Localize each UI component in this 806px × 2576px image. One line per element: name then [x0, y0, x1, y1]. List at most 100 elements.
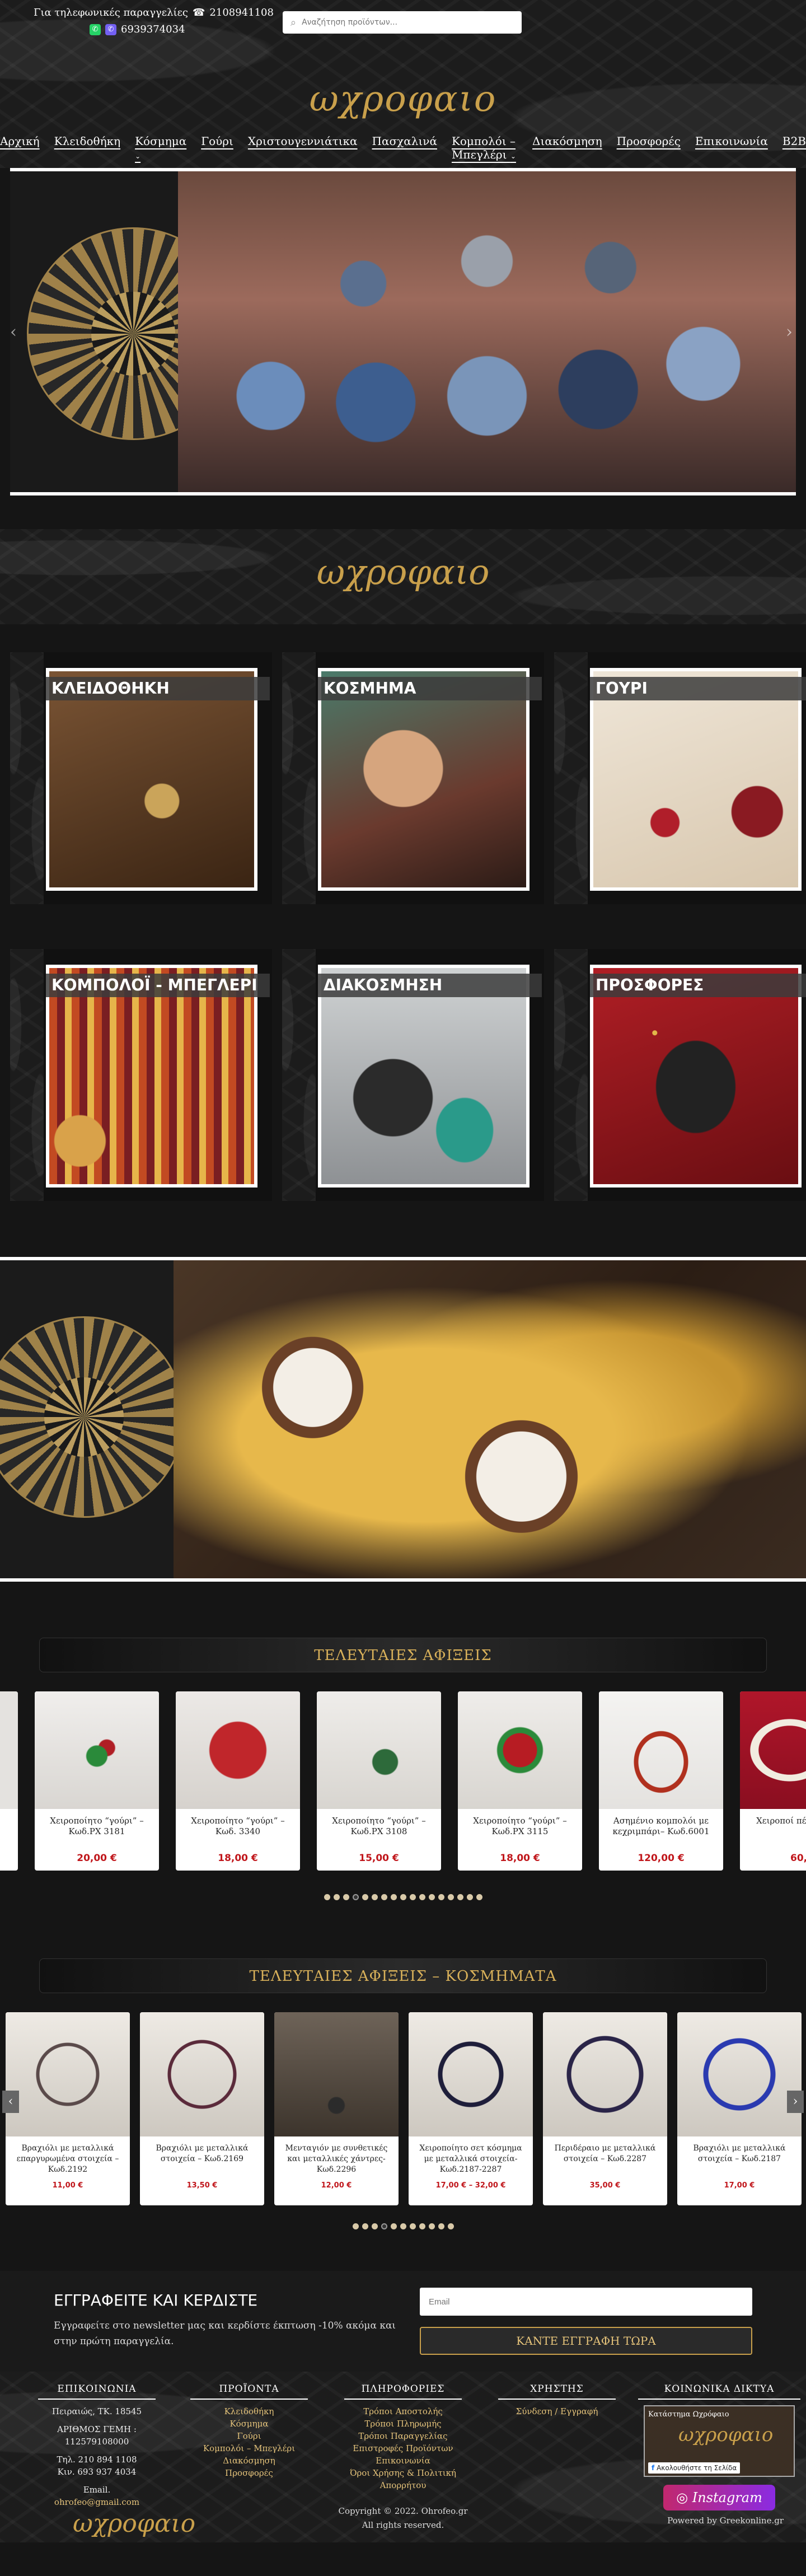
pagination-dot[interactable]	[362, 2223, 368, 2229]
pagination-dot[interactable]	[343, 1894, 349, 1900]
pagination-dot[interactable]	[428, 2223, 435, 2229]
nav-charm[interactable]: Γούρι	[201, 134, 233, 161]
category-decoration[interactable]: ΔΙΑΚΟΣΜΗΣΗ	[282, 949, 544, 1201]
pagination-dot[interactable]	[419, 2223, 425, 2229]
pagination-dot[interactable]	[419, 1894, 425, 1900]
search-input[interactable]	[302, 18, 522, 27]
category-komboloi[interactable]: ΚΟΜΠΟΛΟΪ - ΜΠΕΓΛΕΡΙ	[10, 949, 272, 1201]
footer-tel[interactable]: Τηλ. 210 894 1108	[38, 2453, 156, 2466]
nav-decoration[interactable]: Διακόσμηση	[532, 134, 602, 161]
search-icon[interactable]: ⌕	[290, 17, 296, 29]
newsletter-email-input[interactable]	[420, 2288, 752, 2316]
category-keyholder[interactable]: ΚΛΕΙΔΟΘΗΚΗ	[10, 652, 272, 904]
product-card-partial[interactable]: Χειροποί πέτρες ορυκ 60,0	[740, 1691, 806, 1871]
product-card[interactable]: Χειροποίητο “γούρι” – Κωδ.ΡΧ 3115 18,00 …	[458, 1691, 582, 1871]
pagination-dot[interactable]	[409, 1894, 416, 1900]
category-charm[interactable]: ΓΟΥΡΙ	[554, 652, 806, 904]
category-image	[318, 668, 529, 891]
footer-link[interactable]: Κλειδοθήκη	[190, 2405, 308, 2418]
pagination-dot[interactable]	[371, 1894, 378, 1900]
footer-mobile[interactable]: Κιν. 693 937 4034	[38, 2466, 156, 2478]
footer-link[interactable]: Επιστροφές Προϊόντων	[344, 2442, 462, 2455]
instagram-label: Instagram	[692, 2490, 762, 2505]
pagination-dot[interactable]	[381, 1894, 387, 1900]
pagination-dot[interactable]	[400, 1894, 406, 1900]
product-card[interactable]: Βραχιόλι με μεταλλικά στοιχεία – Κωδ.218…	[677, 2012, 802, 2205]
pagination-dot[interactable]	[447, 2223, 454, 2229]
phone-number[interactable]: 2108941108	[209, 4, 274, 21]
site-logo[interactable]: ωχροφαιο	[0, 78, 806, 120]
nav-christmas[interactable]: Χριστουγεννιάτικα	[248, 134, 358, 161]
pagination-dot[interactable]	[400, 2223, 406, 2229]
chevron-right-icon[interactable]: ›	[787, 2091, 804, 2113]
product-title: Χειροποίητο “γούρι” – Κωδ.ΡΧ 3115	[473, 1816, 567, 1836]
footer-logo[interactable]: ωχροφαιο	[73, 2509, 195, 2538]
footer-link[interactable]: Διακόσμηση	[190, 2455, 308, 2467]
hero-slider[interactable]: ‹ ›	[10, 168, 796, 495]
category-offers[interactable]: ΠΡΟΣΦΟΡΕΣ	[554, 949, 806, 1201]
facebook-widget[interactable]: Κατάστημα Ωχρόφαιο ωχροφαιο f Ακολουθήστ…	[644, 2405, 795, 2477]
pagination-dot[interactable]	[438, 2223, 444, 2229]
powered-by[interactable]: Powered by Greekonline.gr	[667, 2516, 784, 2526]
product-card[interactable]: Βραχιόλι με μεταλλικά στοιχεία – Κωδ.216…	[140, 2012, 264, 2205]
product-card[interactable]: Βραχιόλι με μεταλλικά επαργυρωμένα στοιχ…	[6, 2012, 130, 2205]
nav-contact[interactable]: Επικοινωνία	[695, 134, 768, 161]
product-card[interactable]: Ασημένιο κομπολόι με κεχριμπάρι– Κωδ.600…	[599, 1691, 723, 1871]
pagination-dot[interactable]	[428, 1894, 435, 1900]
category-label: ΠΡΟΣΦΟΡΕΣ	[590, 974, 806, 997]
pagination-dot[interactable]	[390, 2223, 397, 2229]
product-card[interactable]: Χειροποίητο “γούρι” – Κωδ.ΡΧ 3181 20,00 …	[35, 1691, 159, 1871]
nav-b2b[interactable]: B2B	[782, 134, 806, 161]
chevron-left-icon[interactable]: ‹	[2, 2091, 19, 2113]
category-label: ΚΟΣΜΗΜΑ	[318, 677, 542, 700]
whatsapp-icon[interactable]: ✆	[90, 24, 101, 35]
pagination-dot[interactable]	[476, 1894, 482, 1900]
pagination-dot[interactable]	[390, 1894, 397, 1900]
viber-icon[interactable]: ✆	[105, 24, 116, 35]
pagination-dot[interactable]	[371, 2223, 378, 2229]
facebook-icon: f	[652, 2464, 655, 2472]
nav-jewelry[interactable]: Κόσμημα ⌄	[135, 134, 186, 161]
nav-home[interactable]: Αρχική	[0, 134, 40, 161]
pagination-dot[interactable]	[362, 1894, 368, 1900]
footer-link[interactable]: Τρόποι Αποστολής	[344, 2405, 462, 2418]
product-card[interactable]: Χειροποίητο “γούρι” – Κωδ.ΡΧ 3108 15,00 …	[317, 1691, 441, 1871]
nav-offers[interactable]: Προσφορές	[617, 134, 681, 161]
category-jewelry[interactable]: ΚΟΣΜΗΜΑ	[282, 652, 544, 904]
footer-link[interactable]: Κόσμημα	[190, 2418, 308, 2430]
mobile-number[interactable]: 6939374034	[121, 21, 185, 38]
footer-link[interactable]: Επικοινωνία	[344, 2455, 462, 2467]
latest-section: ΤΕΛΕΥΤΑΙΕΣ ΑΦΙΞΕΙΣ – Χειροποίητο “γούρι”…	[0, 1638, 806, 1902]
footer-heading: ΚΟΙΝΩΝΙΚΑ ΔΙΚΤΥΑ	[638, 2383, 800, 2400]
chevron-right-icon[interactable]: ›	[786, 322, 793, 342]
footer-link[interactable]: Τρόποι Παραγγελίας	[344, 2430, 462, 2442]
facebook-follow-button[interactable]: f Ακολουθήστε τη Σελίδα	[648, 2462, 741, 2474]
pagination-dot-active[interactable]	[381, 2223, 387, 2229]
footer-link[interactable]: Προσφορές	[190, 2467, 308, 2479]
footer-link[interactable]: Κομπολόι – Μπεγλέρι	[190, 2442, 308, 2455]
product-card[interactable]: Χειροποίητο “γούρι” – Κωδ. 3340 18,00 €	[176, 1691, 300, 1871]
pagination-dot[interactable]	[447, 1894, 454, 1900]
pagination-dot[interactable]	[333, 1894, 340, 1900]
product-card-partial[interactable]: –	[0, 1691, 18, 1871]
pagination-dot[interactable]	[352, 2223, 359, 2229]
footer-link[interactable]: Τρόποι Πληρωμής	[344, 2418, 462, 2430]
pagination-dot-active[interactable]	[352, 1894, 359, 1900]
pagination-dot[interactable]	[324, 1894, 330, 1900]
chevron-left-icon[interactable]: ‹	[10, 322, 17, 342]
product-card[interactable]: Περιδέραιο με μεταλλικά στοιχεία – Κωδ.2…	[543, 2012, 667, 2205]
newsletter-subscribe-button[interactable]: ΚΑΝΤΕ ΕΓΓΡΑΦΗ ΤΩΡΑ	[420, 2327, 752, 2355]
nav-keyholder[interactable]: Κλειδοθήκη	[54, 134, 120, 161]
pagination-dot[interactable]	[466, 1894, 473, 1900]
coffee-banner[interactable]	[0, 1257, 806, 1582]
pagination-dot[interactable]	[438, 1894, 444, 1900]
nav-easter[interactable]: Πασχαλινά	[372, 134, 437, 161]
product-card[interactable]: Μενταγιόν με συνθετικές και μεταλλικές χ…	[274, 2012, 399, 2205]
footer-link[interactable]: Γούρι	[190, 2430, 308, 2442]
pagination-dot[interactable]	[409, 2223, 416, 2229]
pagination-dot[interactable]	[457, 1894, 463, 1900]
product-card[interactable]: Χειροποίητο σετ κόσμημα με μεταλλικά στο…	[409, 2012, 533, 2205]
footer-link[interactable]: Όροι Χρήσης & Πολιτική Απορρήτου	[344, 2467, 462, 2491]
nav-komboloi[interactable]: Κομπολόι – Μπεγλέρι ⌄	[452, 134, 518, 161]
footer-login-link[interactable]: Σύνδεση / Εγγραφή	[498, 2405, 616, 2418]
